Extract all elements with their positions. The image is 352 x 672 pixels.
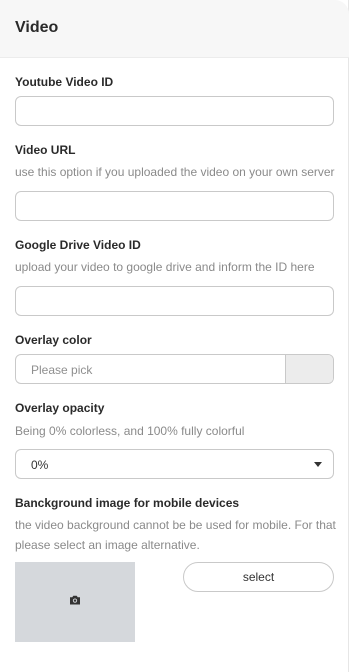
video-settings-panel: Video Youtube Video ID Video URL use thi…	[0, 0, 349, 672]
video-url-label: Video URL	[15, 143, 76, 157]
overlay-opacity-select[interactable]: 0%	[15, 449, 334, 479]
panel-title: Video	[15, 19, 59, 36]
overlay-opacity-value: 0%	[31, 458, 49, 472]
panel-header: Video	[0, 0, 349, 58]
google-drive-id-input[interactable]	[15, 286, 334, 316]
chevron-down-icon	[314, 462, 322, 467]
video-url-input[interactable]	[15, 191, 334, 221]
overlay-color-field[interactable]: Please pick	[15, 354, 334, 384]
select-image-button[interactable]: select	[183, 562, 334, 592]
google-drive-id-label: Google Drive Video ID	[15, 238, 141, 252]
video-url-help: use this option if you uploaded the vide…	[15, 165, 335, 179]
background-image-preview[interactable]	[15, 562, 135, 642]
overlay-color-label: Overlay color	[15, 333, 92, 347]
google-drive-id-help: upload your video to google drive and in…	[15, 260, 315, 274]
background-image-label: Banckground image for mobile devices	[15, 496, 240, 510]
background-image-help: the video background cannot be be used f…	[15, 518, 336, 552]
overlay-opacity-label: Overlay opacity	[15, 401, 105, 415]
overlay-opacity-help: Being 0% colorless, and 100% fully color…	[15, 424, 245, 438]
overlay-color-swatch[interactable]	[285, 355, 333, 383]
youtube-id-input[interactable]	[15, 96, 334, 126]
overlay-color-placeholder: Please pick	[31, 363, 93, 377]
youtube-id-label: Youtube Video ID	[15, 75, 114, 89]
camera-icon	[70, 595, 80, 605]
